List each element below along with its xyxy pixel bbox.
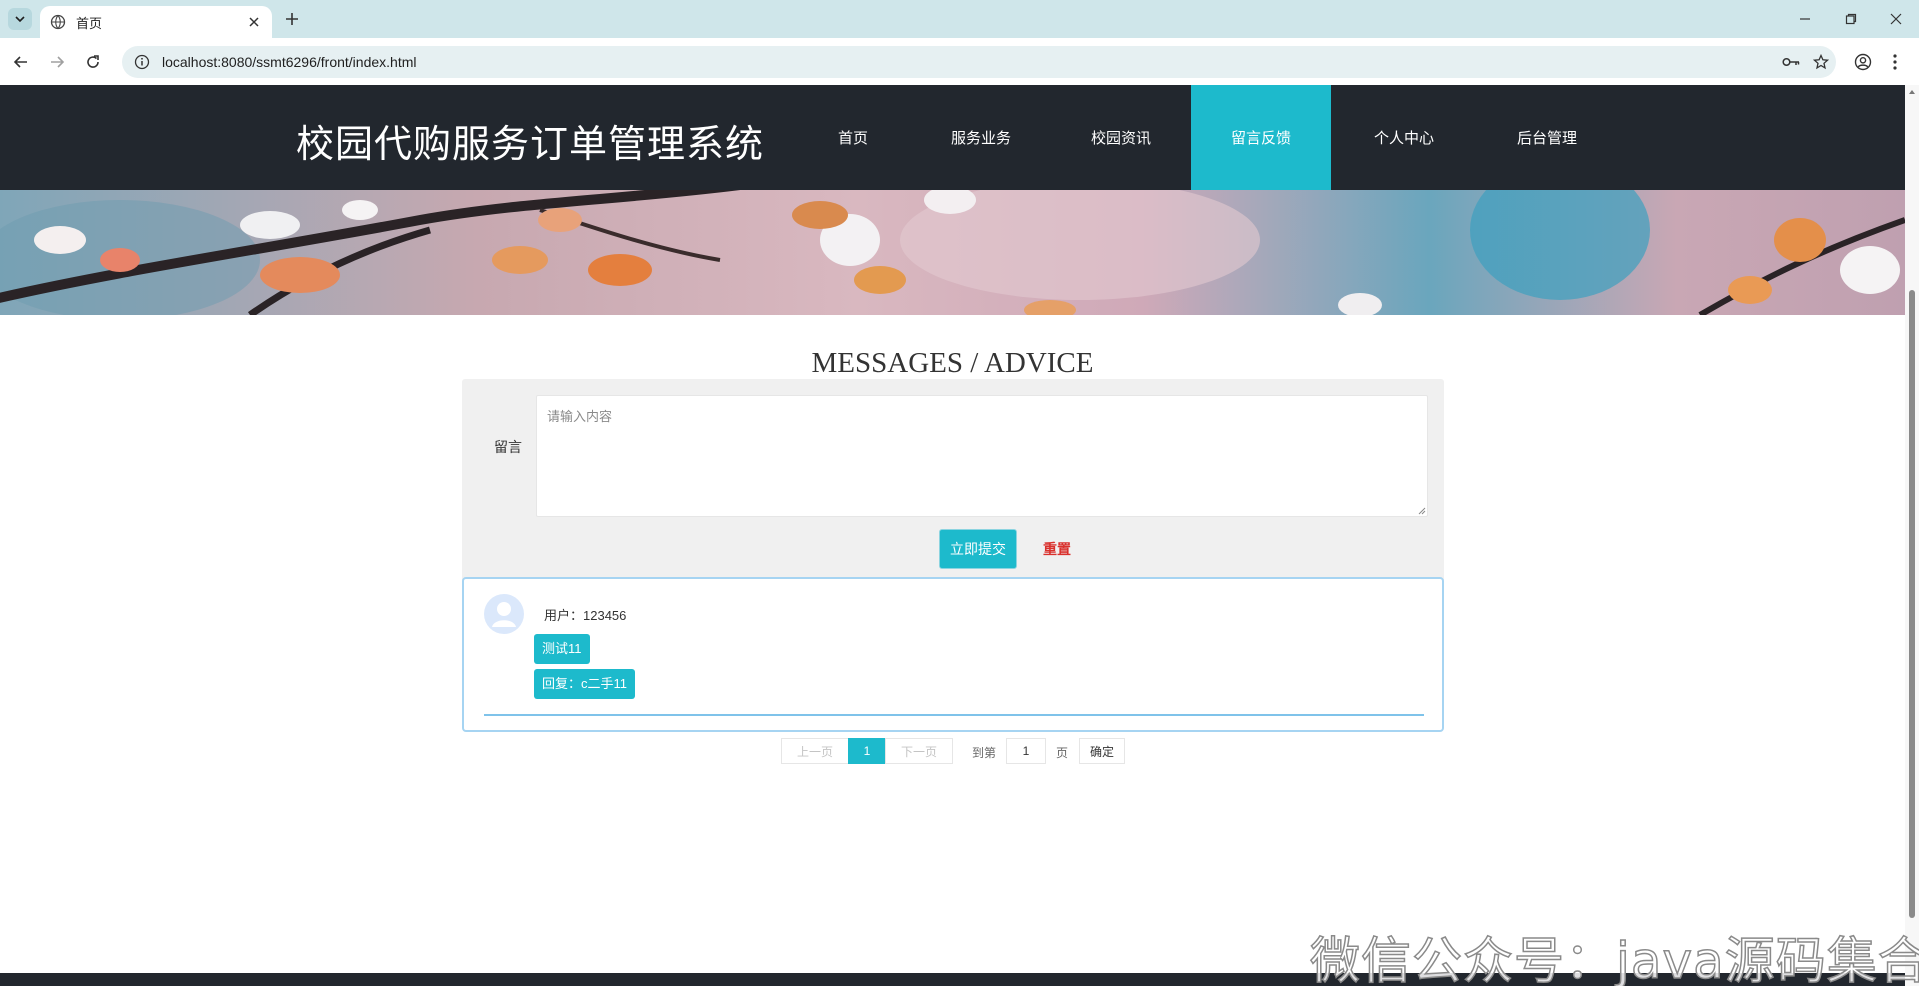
prev-page-button[interactable]: 上一页 [781, 738, 849, 764]
scrollbar-thumb[interactable] [1909, 290, 1915, 918]
goto-page-input[interactable] [1006, 738, 1046, 764]
nav-item-news[interactable]: 校园资讯 [1051, 85, 1191, 190]
forward-icon[interactable] [44, 49, 70, 75]
nav-item-home[interactable]: 首页 [783, 85, 923, 190]
tab-title: 首页 [76, 15, 103, 31]
browser-toolbar: localhost:8080/ssmt6296/front/index.html [0, 38, 1919, 85]
watermark-text: 微信公众号：java源码集合 [1309, 931, 1919, 986]
goto-confirm-button[interactable]: 确定 [1079, 738, 1125, 764]
browser-tab[interactable]: 首页 [40, 6, 272, 38]
nav-item-feedback[interactable]: 留言反馈 [1191, 85, 1331, 190]
bookmark-star-icon[interactable] [1806, 47, 1836, 77]
nav-item-admin[interactable]: 后台管理 [1477, 85, 1617, 190]
profile-icon[interactable] [1850, 49, 1876, 75]
message-content: 测试11 [534, 634, 590, 664]
reload-icon[interactable] [80, 49, 106, 75]
back-icon[interactable] [8, 49, 34, 75]
message-form: 留言 立即提交 重置 [462, 379, 1444, 603]
site-title: 校园代购服务订单管理系统 [296, 122, 765, 166]
new-tab-icon[interactable] [282, 9, 302, 29]
banner-image [0, 190, 1905, 315]
page-unit-label: 页 [1056, 746, 1069, 760]
message-user: 用户：123456 [544, 608, 627, 623]
nav-item-services[interactable]: 服务业务 [911, 85, 1051, 190]
message-textarea[interactable] [536, 395, 1428, 517]
password-key-icon[interactable] [1776, 47, 1806, 77]
avatar [484, 594, 524, 634]
more-menu-icon[interactable] [1882, 49, 1908, 75]
site-header: 校园代购服务订单管理系统 首页 服务业务 校园资讯 留言反馈 个人中心 后台管理 [0, 85, 1905, 190]
section-title-en: MESSAGES / ADVICE [811, 347, 1094, 379]
blossom-branch-image [0, 190, 1905, 315]
restore-icon[interactable] [1828, 0, 1874, 38]
url-text: localhost:8080/ssmt6296/front/index.html [162, 54, 417, 70]
browser-tabstrip: 首页 [0, 0, 1919, 38]
nav-item-profile[interactable]: 个人中心 [1334, 85, 1474, 190]
address-bar[interactable]: localhost:8080/ssmt6296/front/index.html [122, 46, 1836, 78]
scroll-up-icon[interactable] [1908, 88, 1916, 96]
globe-icon [50, 14, 66, 30]
message-reply: 回复：c二手11 [534, 669, 635, 699]
reset-button[interactable]: 重置 [1031, 529, 1083, 569]
goto-label: 到第 [972, 746, 997, 760]
message-divider [484, 714, 1424, 716]
chevron-down-icon [15, 16, 25, 23]
current-page[interactable]: 1 [848, 738, 886, 764]
tab-search-button[interactable] [8, 8, 32, 30]
page-viewport: 校园代购服务订单管理系统 首页 服务业务 校园资讯 留言反馈 个人中心 后台管理 [0, 85, 1905, 986]
close-tab-icon[interactable] [246, 14, 262, 30]
message-field-label: 留言 [494, 439, 522, 455]
message-list: 用户：123456 测试11 回复：c二手11 [462, 577, 1444, 732]
submit-button[interactable]: 立即提交 [939, 529, 1017, 569]
close-window-icon[interactable] [1873, 0, 1919, 38]
next-page-button[interactable]: 下一页 [885, 738, 953, 764]
minimize-icon[interactable] [1782, 0, 1828, 38]
site-info-icon[interactable] [134, 54, 150, 70]
page-scrollbar[interactable] [1905, 85, 1919, 986]
resize-grip-icon[interactable] [1416, 505, 1426, 515]
